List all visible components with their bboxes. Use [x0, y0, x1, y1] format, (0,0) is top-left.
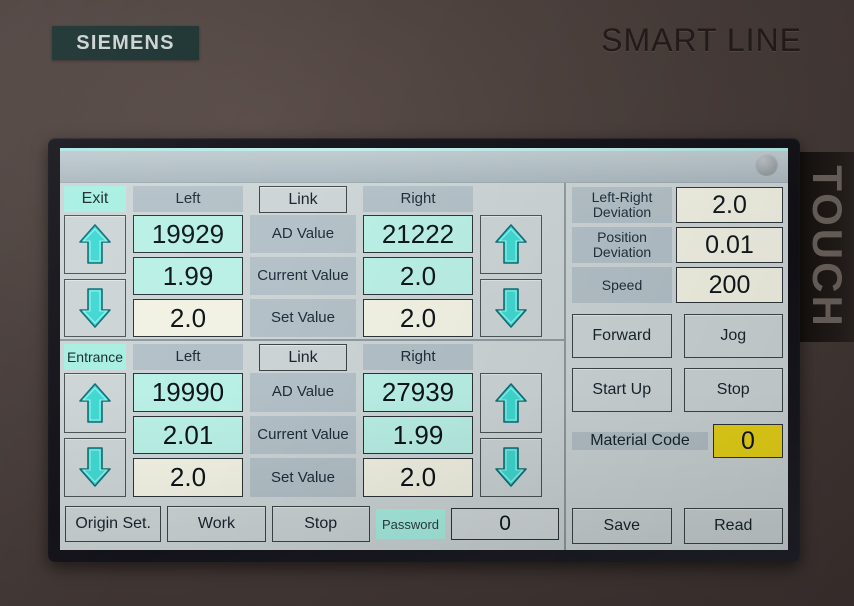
left-right-deviation-value[interactable]: 2.0: [676, 187, 783, 223]
exit-left-current-value[interactable]: 1.99: [133, 257, 243, 295]
hmi-screen: Exit Left Link Right 19929 1.99 2.0 AD V…: [60, 148, 788, 550]
password-label: Password: [375, 509, 446, 539]
work-area: Exit Left Link Right 19929 1.99 2.0 AD V…: [60, 183, 788, 550]
position-deviation-label: Position Deviation: [572, 227, 672, 263]
exit-right-down-arrow-button[interactable]: [480, 278, 542, 337]
exit-current-value-label: Current Value: [250, 257, 356, 295]
control-button-grid: Forward Jog Start Up Stop: [572, 314, 783, 412]
exit-right-arrow-group: [480, 215, 542, 337]
arrow-down-icon: [79, 447, 111, 488]
entrance-left-arrow-group: [64, 373, 126, 497]
entrance-right-values: 27939 1.99 2.0: [363, 373, 473, 498]
entrance-link-button[interactable]: Link: [259, 344, 347, 371]
arrow-down-icon: [495, 447, 527, 488]
entrance-left-current-value[interactable]: 2.01: [133, 415, 243, 455]
section-tag-entrance: Entrance: [64, 344, 126, 370]
section-tag-exit: Exit: [64, 186, 126, 212]
work-button[interactable]: Work: [167, 506, 266, 542]
entrance-right-ad-value[interactable]: 27939: [363, 373, 473, 412]
speed-label: Speed: [572, 267, 672, 303]
exit-right-set-value[interactable]: 2.0: [363, 299, 473, 337]
forward-button[interactable]: Forward: [572, 314, 672, 358]
password-input[interactable]: 0: [451, 508, 559, 540]
title-bar: [60, 148, 788, 183]
exit-link-button[interactable]: Link: [259, 186, 347, 213]
entrance-left-ad-value[interactable]: 19990: [133, 373, 243, 412]
start-up-button[interactable]: Start Up: [572, 368, 672, 412]
entrance-left-set-value[interactable]: 2.0: [133, 458, 243, 498]
exit-ad-value-label: AD Value: [250, 215, 356, 253]
exit-right-up-arrow-button[interactable]: [480, 215, 542, 274]
touch-side-tab: TOUCH: [800, 152, 854, 342]
entrance-right-up-arrow-button[interactable]: [480, 373, 542, 433]
entrance-right-arrow-group: [480, 373, 542, 497]
position-deviation-value[interactable]: 0.01: [676, 227, 783, 263]
exit-right-values: 21222 2.0 2.0: [363, 215, 473, 337]
entrance-right-current-value[interactable]: 1.99: [363, 415, 473, 455]
exit-right-current-value[interactable]: 2.0: [363, 257, 473, 295]
entrance-link-header: Link: [250, 344, 356, 371]
entrance-right-header: Right: [363, 344, 473, 370]
arrow-up-icon: [495, 382, 527, 423]
speed-row: Speed 200: [572, 267, 783, 303]
entrance-set-value-label: Set Value: [250, 458, 356, 498]
exit-left-set-value[interactable]: 2.0: [133, 299, 243, 337]
left-right-deviation-label: Left-Right Deviation: [572, 187, 672, 223]
entrance-left-header: Left: [133, 344, 243, 370]
exit-header-spacer: [480, 186, 542, 212]
material-code-label: Material Code: [572, 432, 708, 450]
exit-left-header: Left: [133, 186, 243, 212]
material-code-row: Material Code 0: [572, 424, 783, 458]
read-button[interactable]: Read: [683, 508, 783, 544]
exit-row-labels: AD Value Current Value Set Value: [250, 215, 356, 337]
product-model-label: SMART LINE: [601, 22, 802, 58]
siemens-logo: SIEMENS: [52, 26, 199, 60]
position-deviation-row: Position Deviation 0.01: [572, 227, 783, 263]
stop-button[interactable]: Stop: [683, 368, 783, 412]
jog-button[interactable]: Jog: [683, 314, 783, 358]
exit-left-up-arrow-button[interactable]: [64, 215, 126, 274]
entrance-left-values: 19990 2.01 2.0: [133, 373, 243, 498]
entrance-right-down-arrow-button[interactable]: [480, 437, 542, 497]
status-indicator-icon[interactable]: [755, 153, 778, 176]
hmi-device: SIEMENS SMART LINE TOUCH Exit Left Link …: [0, 0, 854, 606]
exit-link-header: Link: [250, 186, 356, 213]
entrance-left-down-arrow-button[interactable]: [64, 437, 126, 497]
touch-label: TOUCH: [804, 165, 851, 329]
right-column: Left-Right Deviation 2.0 Position Deviat…: [566, 183, 788, 550]
stop-button-bottom[interactable]: Stop: [271, 506, 370, 542]
exit-right-ad-value[interactable]: 21222: [363, 215, 473, 253]
save-button[interactable]: Save: [572, 508, 672, 544]
exit-section: Exit Left Link Right 19929 1.99 2.0 AD V…: [60, 183, 564, 341]
entrance-ad-value-label: AD Value: [250, 373, 356, 412]
bottom-button-bar: Origin Set. Work Stop Password 0: [60, 499, 564, 550]
exit-left-values: 19929 1.99 2.0: [133, 215, 243, 337]
arrow-up-icon: [79, 382, 111, 423]
entrance-section: Entrance Left Link Right 19990 2.01 2.0 …: [60, 341, 564, 499]
left-right-deviation-row: Left-Right Deviation 2.0: [572, 187, 783, 223]
save-read-row: Save Read: [572, 508, 783, 546]
entrance-row-labels: AD Value Current Value Set Value: [250, 373, 356, 498]
arrow-up-icon: [495, 224, 527, 265]
material-code-value[interactable]: 0: [713, 424, 783, 458]
left-column: Exit Left Link Right 19929 1.99 2.0 AD V…: [60, 183, 566, 550]
origin-set-button[interactable]: Origin Set.: [65, 506, 162, 542]
exit-left-arrow-group: [64, 215, 126, 337]
exit-left-down-arrow-button[interactable]: [64, 278, 126, 337]
screen-bezel: Exit Left Link Right 19929 1.99 2.0 AD V…: [48, 138, 800, 562]
entrance-current-value-label: Current Value: [250, 415, 356, 455]
arrow-down-icon: [495, 287, 527, 328]
exit-right-header: Right: [363, 186, 473, 212]
arrow-up-icon: [79, 224, 111, 265]
speed-value[interactable]: 200: [676, 267, 783, 303]
arrow-down-icon: [79, 287, 111, 328]
exit-left-ad-value[interactable]: 19929: [133, 215, 243, 253]
entrance-header-spacer: [480, 344, 542, 370]
entrance-right-set-value[interactable]: 2.0: [363, 458, 473, 498]
entrance-left-up-arrow-button[interactable]: [64, 373, 126, 433]
exit-set-value-label: Set Value: [250, 299, 356, 337]
